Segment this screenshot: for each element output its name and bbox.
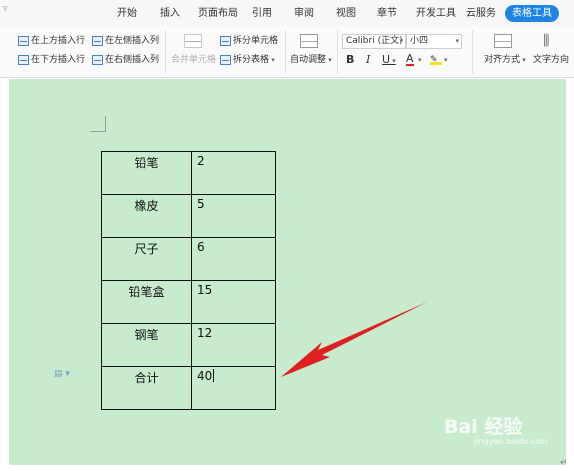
- annotation-arrow: [281, 302, 427, 377]
- baidu-watermark-url: jingyan.baidu.com: [474, 437, 548, 446]
- paragraph-return-icon: ↵: [560, 458, 568, 468]
- baidu-watermark-logo: Bai 经验: [444, 416, 523, 438]
- red-arrow-icon: [281, 302, 427, 377]
